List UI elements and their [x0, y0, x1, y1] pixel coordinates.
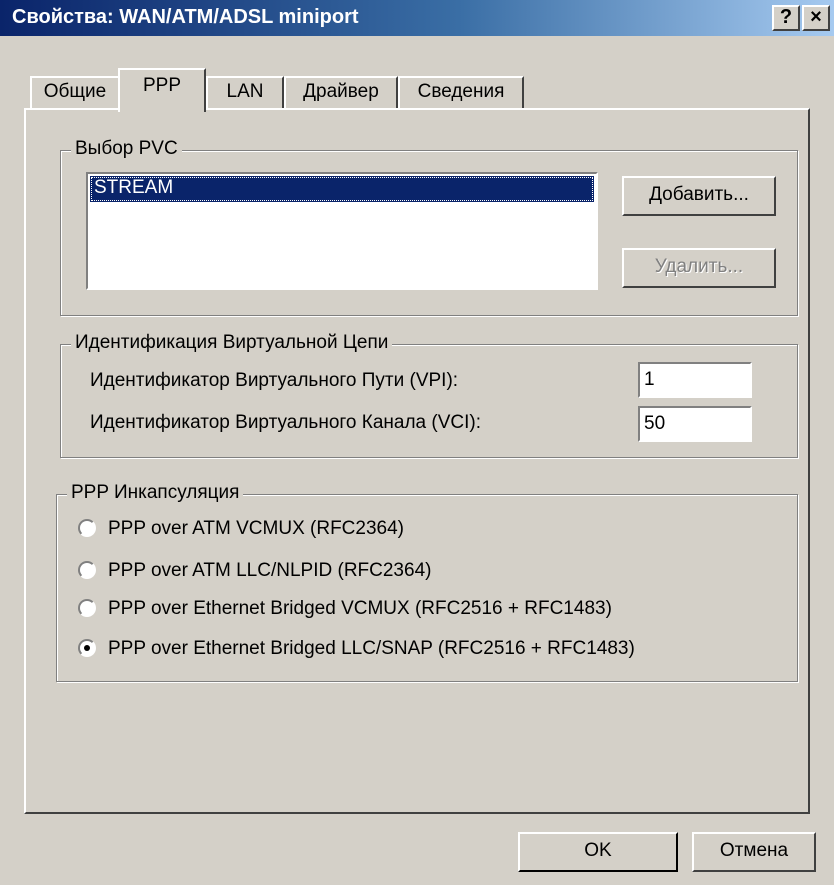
tab-details[interactable]: Сведения — [398, 76, 524, 110]
add-pvc-button[interactable]: Добавить... — [622, 176, 776, 216]
encapsulation-group-label: PPP Инкапсуляция — [67, 482, 244, 504]
tab-ppp[interactable]: PPP — [118, 68, 206, 112]
radio-button[interactable] — [78, 599, 96, 617]
pvc-list-item-selected[interactable]: STREAM — [90, 176, 594, 202]
vpi-input[interactable]: 1 — [638, 362, 752, 398]
help-button[interactable]: ? — [772, 5, 800, 31]
pvc-group-label: Выбор PVC — [71, 138, 182, 160]
window-title: Свойства: WAN/ATM/ADSL miniport — [12, 6, 359, 28]
vc-group-label: Идентификация Виртуальной Цепи — [71, 332, 393, 354]
radio-button[interactable] — [78, 561, 96, 579]
title-bar[interactable]: Свойства: WAN/ATM/ADSL miniport ? × — [0, 0, 834, 36]
tab-driver[interactable]: Драйвер — [284, 76, 398, 110]
encap-option-label: PPP over ATM VCMUX (RFC2364) — [108, 518, 404, 539]
radio-selected-dot — [84, 645, 90, 651]
encap-option-label: PPP over ATM LLC/NLPID (RFC2364) — [108, 560, 432, 581]
vpi-label: Идентификатор Виртуального Пути (VPI): — [90, 370, 459, 391]
properties-dialog: Свойства: WAN/ATM/ADSL miniport ? × Общи… — [0, 0, 834, 885]
vci-input[interactable]: 50 — [638, 406, 752, 442]
radio-button[interactable] — [78, 519, 96, 537]
remove-pvc-button[interactable]: Удалить... — [622, 248, 776, 288]
encap-option-label: PPP over Ethernet Bridged LLC/SNAP (RFC2… — [108, 638, 635, 659]
close-button[interactable]: × — [802, 5, 830, 31]
encap-option-label: PPP over Ethernet Bridged VCMUX (RFC2516… — [108, 598, 612, 619]
tab-lan[interactable]: LAN — [206, 76, 284, 110]
vci-label: Идентификатор Виртуального Канала (VCI): — [90, 412, 481, 433]
pvc-listbox[interactable]: STREAM — [86, 172, 598, 290]
cancel-button[interactable]: Отмена — [692, 832, 816, 872]
ok-button[interactable]: OK — [518, 832, 678, 872]
radio-button-selected[interactable] — [78, 639, 96, 657]
tab-general[interactable]: Общие — [30, 76, 120, 110]
